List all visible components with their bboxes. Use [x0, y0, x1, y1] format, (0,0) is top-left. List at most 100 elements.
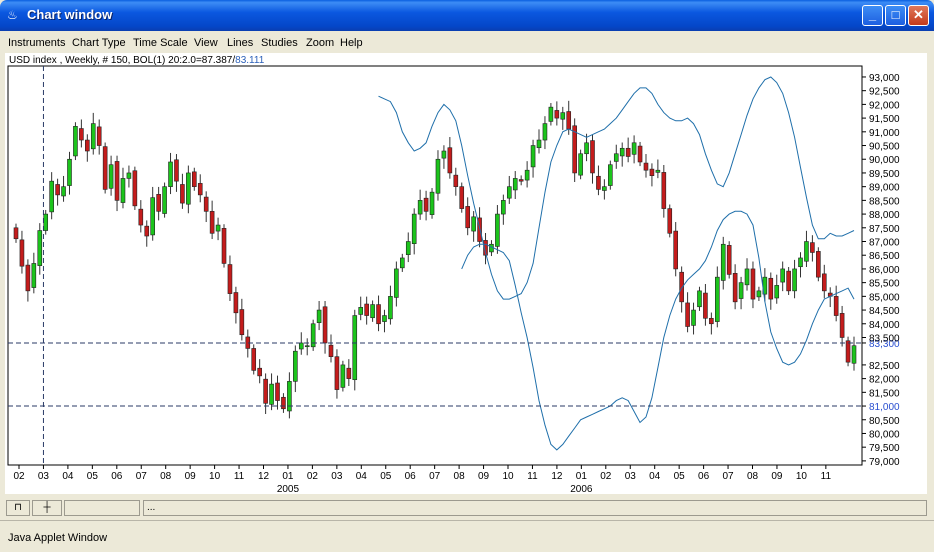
month-label: 06	[405, 471, 417, 482]
indicator-info-text: USD index , Weekly, # 150, BOL(1) 20:2.0…	[9, 55, 236, 66]
month-label: 07	[722, 471, 734, 482]
up-candle	[655, 169, 661, 173]
month-label: 06	[698, 471, 710, 482]
down-candle	[263, 378, 268, 404]
up-candle	[804, 241, 809, 262]
menu-lines[interactable]: Lines	[227, 37, 253, 49]
month-label: 03	[331, 471, 343, 482]
up-candle	[31, 263, 37, 288]
month-label: 11	[234, 471, 245, 482]
plot-frame	[7, 65, 863, 466]
down-candle	[376, 304, 381, 325]
up-candle	[792, 268, 797, 292]
pin-button[interactable]: ⊓	[6, 500, 30, 516]
down-candle	[709, 317, 714, 325]
status-row: ⊓ ┼ ...	[5, 499, 927, 519]
maximize-button[interactable]: □	[885, 5, 906, 26]
chart-panel[interactable]: 79,000 79,500 80,000 80,500 81,000 81,500 82,0…	[5, 53, 927, 494]
down-candle	[209, 211, 215, 234]
menu-instruments[interactable]: Instruments	[8, 37, 65, 49]
month-label: 07	[429, 471, 441, 482]
status-field-1	[64, 500, 140, 516]
status-field-2: ...	[143, 500, 927, 516]
menu-studies[interactable]: Studies	[261, 37, 298, 49]
down-candle	[257, 367, 262, 377]
up-candle	[168, 161, 173, 187]
menu-help[interactable]: Help	[340, 37, 363, 49]
menu-time-scale[interactable]: Time Scale	[133, 37, 188, 49]
up-candle	[697, 290, 702, 308]
up-candle	[530, 145, 536, 168]
up-candle	[506, 186, 512, 199]
down-candle	[649, 168, 655, 176]
up-candle	[471, 216, 476, 232]
candlestick-chart[interactable]: 79,000 79,500 80,000 80,500 81,000 81,500 82,0…	[5, 53, 927, 494]
up-candle	[578, 153, 583, 176]
price-label: 92,000	[869, 100, 900, 111]
price-label: 89,500	[869, 169, 900, 180]
down-candle	[85, 139, 90, 152]
applet-window-label: Java Applet Window	[8, 532, 108, 544]
minimize-button[interactable]: _	[862, 5, 883, 26]
price-label: 86,000	[869, 265, 900, 276]
month-label: 05	[87, 471, 99, 482]
down-candle	[833, 296, 839, 316]
month-label: 02	[13, 471, 25, 482]
price-label: 80,500	[869, 416, 900, 427]
title-bar[interactable]: ♨ Chart window _ □ ✕	[0, 0, 934, 31]
month-label: 09	[771, 471, 783, 482]
up-candle	[358, 307, 364, 315]
up-candle	[304, 345, 310, 348]
up-candle	[316, 309, 322, 323]
java-cup-icon: ♨	[7, 8, 18, 22]
down-candle	[810, 242, 815, 253]
price-label: 84,500	[869, 306, 900, 317]
menu-chart-type[interactable]: Chart Type	[72, 37, 126, 49]
down-candle	[221, 228, 227, 264]
month-label: 07	[136, 471, 148, 482]
up-candle	[613, 153, 619, 162]
up-candle	[394, 268, 399, 298]
down-candle	[726, 245, 732, 275]
month-label: 06	[111, 471, 123, 482]
up-candle	[108, 164, 114, 189]
month-label: 02	[600, 471, 612, 482]
up-candle	[744, 268, 750, 286]
up-candle	[67, 158, 72, 186]
down-candle	[821, 273, 827, 292]
down-candle	[625, 147, 631, 157]
price-label: 85,000	[869, 292, 900, 303]
up-candle	[73, 126, 78, 157]
crosshair-button[interactable]: ┼	[32, 500, 62, 516]
down-candle	[667, 208, 673, 234]
down-candle	[447, 147, 453, 174]
down-candle	[554, 110, 560, 119]
month-label: 11	[527, 471, 538, 482]
up-candle	[584, 142, 589, 155]
minimize-icon: _	[868, 7, 877, 22]
pin-icon: ⊓	[14, 502, 22, 513]
down-candle	[203, 196, 209, 212]
up-candle	[429, 191, 435, 215]
down-candle	[459, 186, 465, 209]
down-candle	[732, 273, 738, 303]
down-candle	[465, 206, 470, 229]
menu-view[interactable]: View	[194, 37, 218, 49]
price-label: 79,500	[869, 443, 900, 454]
up-candle	[388, 296, 393, 320]
up-candle	[560, 112, 566, 120]
menu-zoom[interactable]: Zoom	[306, 37, 334, 49]
up-candle	[441, 150, 447, 159]
chart-window: ♨ Chart window _ □ ✕ Instruments Chart T…	[0, 0, 934, 552]
up-candle	[400, 257, 405, 269]
up-candle	[411, 213, 417, 244]
up-candle	[780, 268, 785, 283]
up-candle	[340, 364, 346, 388]
down-candle	[239, 309, 245, 336]
up-candle	[150, 197, 155, 236]
month-label: 10	[796, 471, 808, 482]
close-button[interactable]: ✕	[908, 5, 929, 26]
up-candle	[631, 142, 637, 155]
menu-bar: Instruments Chart Type Time Scale View L…	[0, 31, 934, 53]
down-candle	[156, 194, 161, 212]
